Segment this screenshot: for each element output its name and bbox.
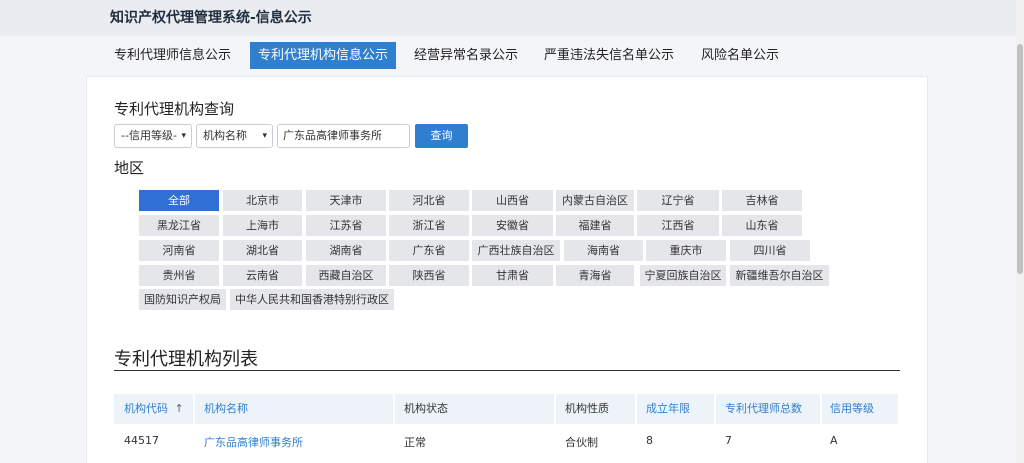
region-item[interactable]: 广西壮族自治区	[472, 240, 560, 261]
region-item[interactable]: 新疆维吾尔自治区	[730, 265, 829, 286]
sort-arrow-icon: ↑	[174, 402, 184, 415]
region-item[interactable]: 辽宁省	[637, 190, 719, 211]
region-item[interactable]: 吉林省	[722, 190, 802, 211]
region-item[interactable]: 上海市	[223, 215, 302, 236]
list-title: 专利代理机构列表	[114, 349, 258, 370]
region-item[interactable]: 西藏自治区	[306, 265, 386, 286]
region-item[interactable]: 山西省	[472, 190, 553, 211]
col-agency-name[interactable]: 机构名称	[204, 394, 248, 424]
region-item[interactable]: 中华人民共和国香港特别行政区	[230, 289, 394, 310]
tab-agent-info[interactable]: 专利代理师信息公示	[106, 42, 239, 69]
tab-abnormal-list[interactable]: 经营异常名录公示	[406, 42, 526, 69]
col-agency-status: 机构状态	[404, 402, 448, 415]
region-item[interactable]: 宁夏回族自治区	[640, 265, 726, 286]
region-item[interactable]: 广东省	[389, 240, 469, 261]
tab-risk-list[interactable]: 风险名单公示	[693, 42, 787, 69]
region-item[interactable]: 四川省	[730, 240, 810, 261]
region-item[interactable]: 重庆市	[646, 240, 726, 261]
col-agent-count[interactable]: 专利代理师总数	[725, 394, 802, 424]
col-agency-code[interactable]: 机构代码 ↑	[124, 394, 184, 424]
region-item[interactable]: 陕西省	[389, 265, 469, 286]
region-item[interactable]: 河北省	[389, 190, 469, 211]
region-item[interactable]: 国防知识产权局	[139, 289, 226, 310]
tab-dishonest-list[interactable]: 严重违法失信名单公示	[536, 42, 682, 69]
chevron-down-icon: ▾	[181, 131, 186, 141]
cell-credit-level: A	[830, 434, 838, 447]
vertical-scrollbar[interactable]	[1016, 0, 1024, 463]
credit-level-select[interactable]: --信用等级- ▾	[114, 124, 192, 148]
system-title: 知识产权代理管理系统-信息公示	[110, 10, 312, 26]
region-item[interactable]: 湖北省	[223, 240, 302, 261]
scrollbar-thumb[interactable]	[1017, 44, 1023, 274]
region-item[interactable]: 甘肃省	[472, 265, 553, 286]
col-agency-type: 机构性质	[565, 402, 609, 415]
region-item[interactable]: 安徽省	[472, 215, 553, 236]
divider	[114, 370, 900, 371]
region-item[interactable]: 福建省	[556, 215, 634, 236]
region-item[interactable]: 贵州省	[139, 265, 219, 286]
keyword-input[interactable]: 广东品高律师事务所	[277, 124, 410, 148]
credit-level-value: --信用等级-	[121, 129, 177, 142]
region-item[interactable]: 江西省	[637, 215, 719, 236]
search-button[interactable]: 查询	[415, 124, 468, 148]
region-item[interactable]: 黑龙江省	[139, 215, 219, 236]
cell-agency-status: 正常	[404, 436, 426, 449]
region-item[interactable]: 湖南省	[306, 240, 386, 261]
region-title: 地区	[114, 159, 145, 177]
tab-agency-info[interactable]: 专利代理机构信息公示	[250, 42, 397, 69]
region-item[interactable]: 云南省	[223, 265, 302, 286]
region-item[interactable]: 全部	[139, 190, 219, 211]
col-agency-code-label: 机构代码	[124, 402, 168, 415]
tab-bar: 专利代理师信息公示 专利代理机构信息公示 经营异常名录公示 严重违法失信名单公示…	[0, 36, 1016, 76]
cell-agency-type: 合伙制	[565, 436, 598, 449]
search-field-select[interactable]: 机构名称 ▾	[196, 124, 273, 148]
cell-agency-name-link[interactable]: 广东品高律师事务所	[204, 434, 303, 450]
cell-agency-code: 44517	[124, 434, 159, 447]
region-item[interactable]: 天津市	[306, 190, 386, 211]
region-item[interactable]: 青海省	[556, 265, 634, 286]
col-credit-level[interactable]: 信用等级	[830, 394, 874, 424]
region-item[interactable]: 北京市	[223, 190, 302, 211]
region-item[interactable]: 河南省	[139, 240, 219, 261]
search-field-value: 机构名称	[203, 129, 247, 142]
region-item[interactable]: 山东省	[722, 215, 802, 236]
region-item[interactable]: 浙江省	[389, 215, 469, 236]
top-bar: 知识产权代理管理系统-信息公示	[0, 0, 1016, 36]
region-item[interactable]: 江苏省	[306, 215, 386, 236]
col-years[interactable]: 成立年限	[646, 394, 690, 424]
cell-years: 8	[646, 434, 653, 447]
region-item[interactable]: 内蒙古自治区	[556, 190, 634, 211]
query-title: 专利代理机构查询	[114, 100, 235, 118]
cell-agent-count: 7	[725, 434, 732, 447]
chevron-down-icon: ▾	[262, 131, 267, 141]
region-item[interactable]: 海南省	[564, 240, 643, 261]
